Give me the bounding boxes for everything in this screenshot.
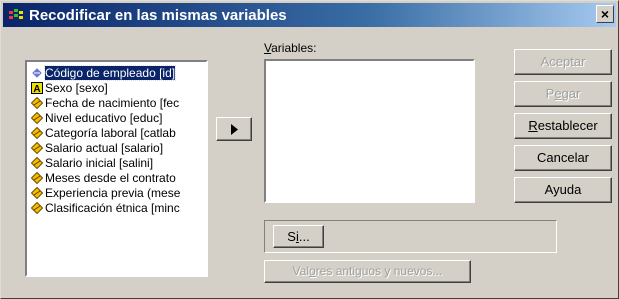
title-bar[interactable]: Recodificar en las mismas variables × xyxy=(3,3,616,27)
string-a-icon: A xyxy=(31,82,43,94)
scale-ruler-icon xyxy=(31,127,43,139)
scale-ruler-icon xyxy=(31,157,43,169)
recode-dialog: Recodificar en las mismas variables × Có… xyxy=(0,0,619,299)
paste-button[interactable]: Pegar xyxy=(514,81,612,107)
cancel-button[interactable]: Cancelar xyxy=(514,145,612,171)
list-item[interactable]: Experiencia previa (mese xyxy=(27,186,206,201)
list-item[interactable]: Salario inicial [salini] xyxy=(27,156,206,171)
close-button[interactable]: × xyxy=(596,5,614,23)
list-item-label: Código de empleado [id] xyxy=(43,65,177,81)
svg-text:A: A xyxy=(33,84,40,94)
scale-ruler-icon xyxy=(31,112,43,124)
scale-ruler-icon xyxy=(31,97,43,109)
list-item-label: Sexo [sexo] xyxy=(45,81,108,95)
move-variable-button[interactable] xyxy=(216,117,252,141)
close-icon: × xyxy=(600,6,610,22)
scale-ruler-icon xyxy=(31,172,43,184)
list-item-label: Experiencia previa (mese xyxy=(45,186,181,200)
if-button[interactable]: Si... xyxy=(273,225,324,248)
accept-button[interactable]: Aceptar xyxy=(514,49,612,75)
reset-button[interactable]: Restablecer xyxy=(514,113,612,139)
nominal-ruler-icon xyxy=(31,67,43,79)
help-button[interactable]: Ayuda xyxy=(514,177,612,203)
scale-ruler-icon xyxy=(31,142,43,154)
list-item[interactable]: Fecha de nacimiento [fec xyxy=(27,96,206,111)
arrow-right-icon xyxy=(231,124,238,135)
list-item-label: Salario actual [salario] xyxy=(45,141,164,155)
list-item-label: Clasificación étnica [minc xyxy=(45,201,180,215)
scale-ruler-icon xyxy=(31,202,43,214)
list-item-label: Meses desde el contrato xyxy=(45,171,176,185)
list-item-label: Categoría laboral [catlab xyxy=(45,126,176,140)
spss-app-icon xyxy=(9,9,23,19)
old-new-values-button[interactable]: Valores antiguos y nuevos... xyxy=(264,260,471,283)
list-item[interactable]: Nivel educativo [educ] xyxy=(27,111,206,126)
variables-label: Variables: xyxy=(264,41,317,55)
list-item[interactable]: Categoría laboral [catlab xyxy=(27,126,206,141)
list-item-label: Salario inicial [salini] xyxy=(45,156,154,170)
list-item-label: Fecha de nacimiento [fec xyxy=(45,96,180,110)
list-item[interactable]: Clasificación étnica [minc xyxy=(27,201,206,216)
list-item[interactable]: Código de empleado [id] xyxy=(27,65,206,81)
list-item[interactable]: Salario actual [salario] xyxy=(27,141,206,156)
scale-ruler-icon xyxy=(31,187,43,199)
list-item-label: Nivel educativo [educ] xyxy=(45,111,163,125)
source-variable-list[interactable]: Código de empleado [id] A Sexo [sexo] Fecha… xyxy=(25,60,208,277)
list-item[interactable]: Meses desde el contrato xyxy=(27,171,206,186)
list-item[interactable]: A Sexo [sexo] xyxy=(27,81,206,96)
window-title: Recodificar en las mismas variables xyxy=(29,7,287,24)
target-variable-list[interactable] xyxy=(264,59,475,203)
